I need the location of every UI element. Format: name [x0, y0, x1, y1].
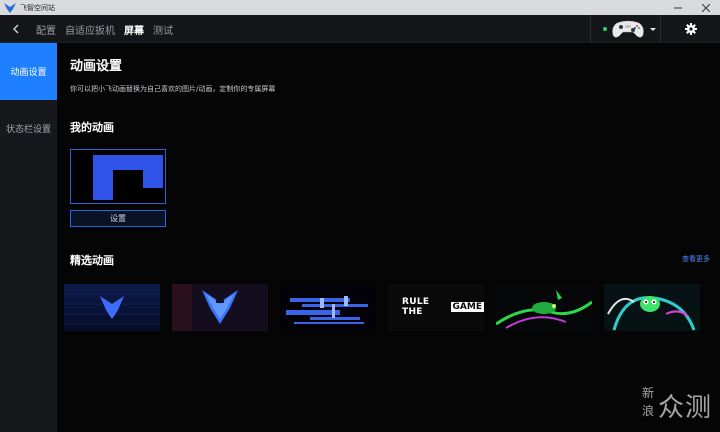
close-button[interactable] — [692, 0, 720, 15]
main-content: 动画设置 你可以把小飞动画替换为自己喜欢的图片/动画，定制你的专属屏幕 我的动画… — [57, 43, 720, 432]
featured-gallery: RULE THE GAME — [64, 284, 714, 331]
neon-creature-image — [604, 284, 700, 331]
gamepad-icon — [612, 20, 644, 38]
title-bar: 飞智空间站 — [0, 0, 720, 15]
featured-animation-heading: 精选动画 — [70, 254, 114, 267]
tab-adaptive-trigger[interactable]: 自适应扳机 — [65, 22, 115, 37]
sidebar-item-statusbar-settings[interactable]: 状态栏设置 — [0, 100, 57, 157]
neon-lizard-image — [496, 284, 592, 331]
thumbnail-feizhi-logo-glitch[interactable] — [172, 284, 268, 331]
minimize-button[interactable] — [664, 0, 692, 15]
my-animation-preview[interactable] — [70, 149, 166, 204]
thumbnail-feizhi-text-glitch[interactable] — [280, 284, 376, 331]
device-selector[interactable] — [590, 15, 660, 43]
rule-the-game-label: RULE THE GAME — [402, 297, 484, 317]
rule-the-text: RULE THE — [402, 297, 430, 317]
close-icon — [702, 3, 710, 12]
settings-button[interactable] — [660, 15, 720, 43]
tab-test[interactable]: 测试 — [153, 22, 173, 37]
chevron-left-icon — [12, 24, 19, 34]
top-nav: 配置 自适应扳机 屏幕 测试 — [0, 15, 720, 43]
watermark: 新 浪 众测 — [634, 381, 712, 425]
thumbnail-feizhi-logo-blue[interactable] — [64, 284, 160, 331]
feizhi-logo-image — [64, 284, 160, 331]
my-animation-heading: 我的动画 — [70, 121, 114, 134]
sidebar-item-animation-settings[interactable]: 动画设置 — [0, 43, 57, 100]
page-description: 你可以把小飞动画替换为自己喜欢的图片/动画，定制你的专属屏幕 — [70, 85, 276, 93]
setup-button[interactable]: 设置 — [70, 210, 166, 227]
watermark-char-2: 浪 — [641, 404, 654, 418]
sidebar: 动画设置 状态栏设置 — [0, 43, 57, 432]
tab-screen[interactable]: 屏幕 — [124, 22, 144, 37]
connection-status-dot — [603, 27, 607, 31]
back-button[interactable] — [9, 21, 23, 37]
watermark-char-1: 新 — [641, 386, 654, 400]
text-glitch-image — [280, 284, 376, 331]
thumbnail-neon-creature-teal[interactable] — [604, 284, 700, 331]
page-title: 动画设置 — [70, 59, 123, 74]
animation-preview-image — [71, 150, 165, 203]
window-title: 飞智空间站 — [20, 3, 55, 12]
watermark-main: 众测 — [657, 393, 712, 423]
see-more-link[interactable]: 查看更多 — [682, 254, 710, 264]
tab-config[interactable]: 配置 — [36, 22, 56, 37]
gear-icon — [684, 23, 697, 35]
feizhi-glitch-image — [172, 284, 268, 331]
feizhi-logo-icon — [4, 2, 16, 13]
thumbnail-neon-lizard-green[interactable] — [496, 284, 592, 331]
app-window: 飞智空间站 配置 自适应扳机 屏幕 测试 动画设置 状态栏设置 动画设置 你可以… — [0, 0, 720, 432]
chevron-down-icon — [650, 28, 656, 31]
nav-tabs: 配置 自适应扳机 屏幕 测试 — [36, 15, 182, 43]
window-controls — [664, 0, 720, 15]
thumbnail-rule-the-game[interactable]: RULE THE GAME — [388, 284, 484, 331]
minimize-icon — [674, 7, 682, 8]
game-text: GAME — [450, 302, 484, 312]
